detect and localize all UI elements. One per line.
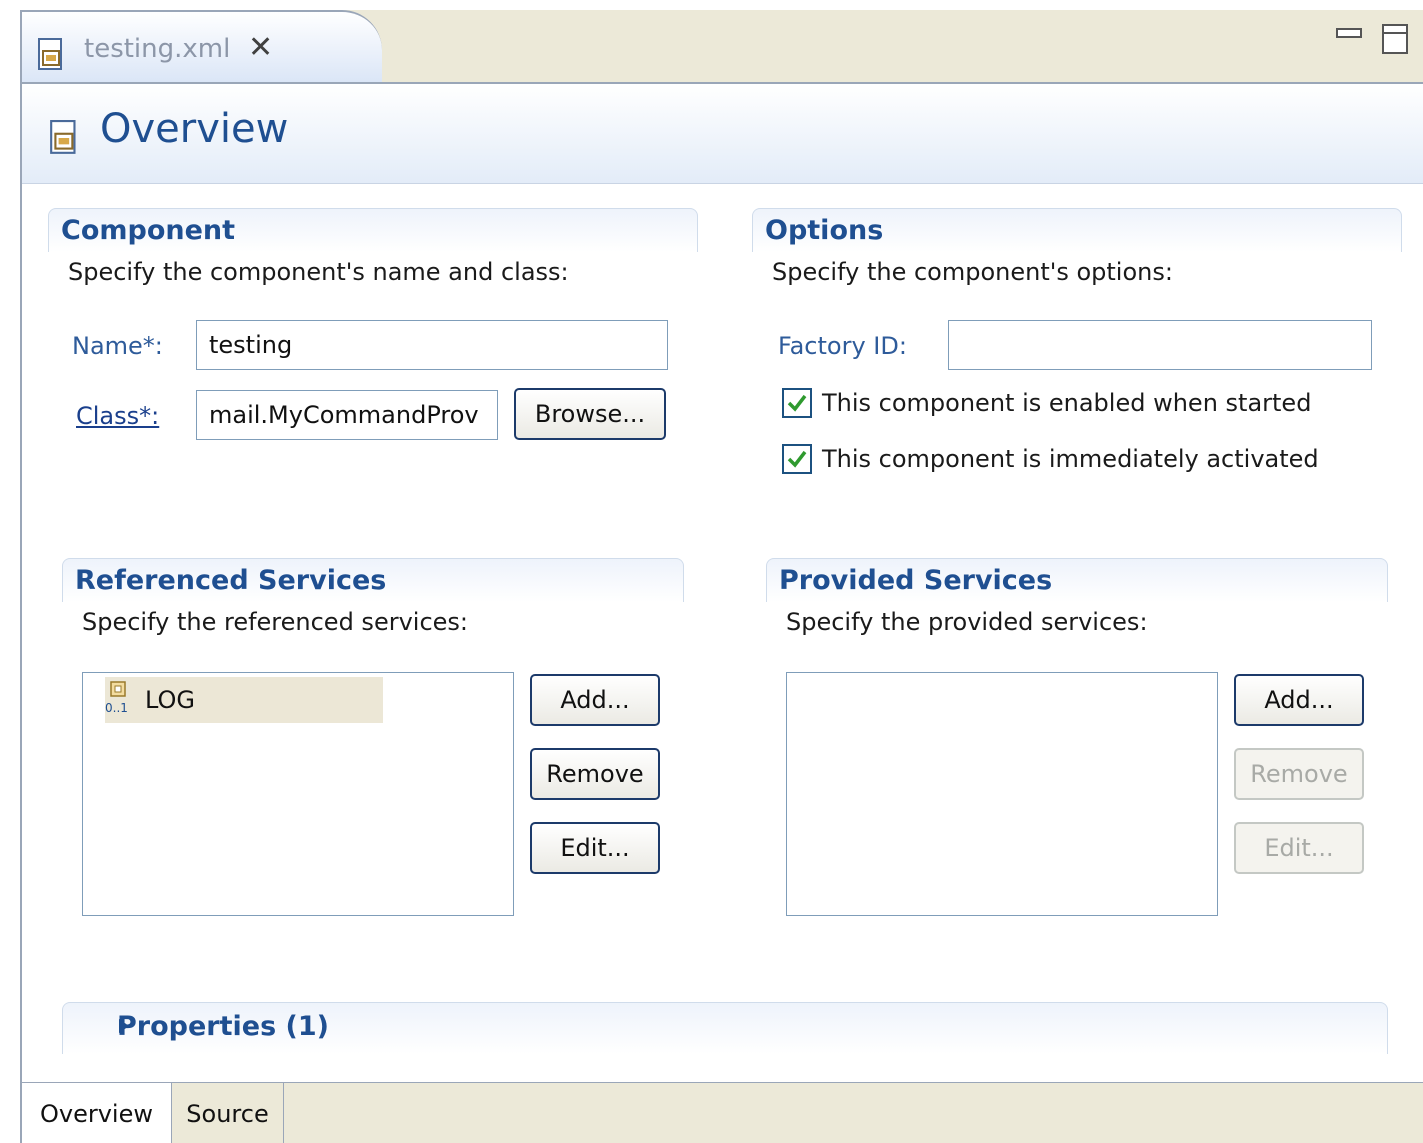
provided-services-section: Provided Services Specify the provided s… [766, 558, 1388, 938]
form-header: Overview [22, 84, 1423, 184]
name-field[interactable]: testing [196, 320, 668, 370]
minimize-icon[interactable] [1336, 28, 1362, 38]
cardinality-text: 0..1 [105, 701, 128, 715]
editor-tab-testing-xml[interactable]: testing.xml ✕ [22, 10, 382, 82]
prov-add-button[interactable]: Add... [1234, 674, 1364, 726]
properties-section-title[interactable]: Properties (1) [117, 1011, 329, 1042]
editor-frame: testing.xml ✕ Overview Component Specify… [20, 10, 1423, 1143]
enabled-checkbox[interactable] [782, 388, 812, 418]
editor-tab-strip: testing.xml ✕ [22, 10, 1423, 82]
referenced-services-list[interactable]: 0..1 LOG [82, 672, 514, 916]
list-item-label: LOG [145, 686, 196, 714]
browse-button[interactable]: Browse... [514, 388, 666, 440]
name-label: Name*: [72, 332, 163, 360]
list-item[interactable]: 0..1 LOG [105, 677, 383, 723]
class-link[interactable]: Class*: [76, 402, 159, 430]
component-file-icon [48, 120, 84, 160]
provided-services-title: Provided Services [779, 565, 1053, 596]
enabled-checkbox-label: This component is enabled when started [822, 389, 1312, 417]
ref-edit-button[interactable]: Edit... [530, 822, 660, 874]
page-title: Overview [100, 106, 289, 152]
page-tab-bar: Overview Source [22, 1082, 1423, 1143]
properties-section: Properties (1) [62, 1002, 1388, 1054]
referenced-services-description: Specify the referenced services: [82, 608, 468, 636]
referenced-services-header: Referenced Services [62, 558, 684, 602]
component-section: Component Specify the component's name a… [48, 208, 698, 508]
editor-tab-label: testing.xml [84, 34, 231, 64]
component-section-header: Component [48, 208, 698, 252]
provided-services-list[interactable] [786, 672, 1218, 916]
activated-checkbox-label: This component is immediately activated [822, 445, 1319, 473]
tab-source[interactable]: Source [172, 1083, 284, 1143]
provided-services-description: Specify the provided services: [786, 608, 1148, 636]
referenced-services-section: Referenced Services Specify the referenc… [62, 558, 684, 938]
tab-overview[interactable]: Overview [22, 1083, 172, 1143]
component-section-description: Specify the component's name and class: [68, 258, 569, 286]
class-field[interactable]: mail.MyCommandProv [196, 390, 498, 440]
component-file-icon [36, 38, 70, 76]
editor-body: Overview Component Specify the component… [22, 82, 1423, 1082]
options-section-header: Options [752, 208, 1402, 252]
reference-icon: 0..1 [105, 680, 141, 720]
provided-services-header: Provided Services [766, 558, 1388, 602]
factory-id-field[interactable] [948, 320, 1372, 370]
prov-edit-button: Edit... [1234, 822, 1364, 874]
component-section-title: Component [61, 215, 236, 246]
ref-remove-button[interactable]: Remove [530, 748, 660, 800]
enabled-checkbox-row[interactable]: This component is enabled when started [782, 388, 1311, 418]
close-icon[interactable]: ✕ [248, 30, 273, 65]
checkmark-icon [787, 450, 807, 468]
activated-checkbox-row[interactable]: This component is immediately activated [782, 444, 1319, 474]
properties-section-header[interactable]: Properties (1) [62, 1002, 1388, 1054]
options-section: Options Specify the component's options:… [752, 208, 1402, 508]
referenced-services-title: Referenced Services [75, 565, 387, 596]
activated-checkbox[interactable] [782, 444, 812, 474]
options-section-description: Specify the component's options: [772, 258, 1173, 286]
checkmark-icon [787, 394, 807, 412]
prov-remove-button: Remove [1234, 748, 1364, 800]
options-section-title: Options [765, 215, 884, 246]
maximize-icon[interactable] [1382, 24, 1408, 54]
factory-id-label: Factory ID: [778, 332, 907, 360]
ref-add-button[interactable]: Add... [530, 674, 660, 726]
